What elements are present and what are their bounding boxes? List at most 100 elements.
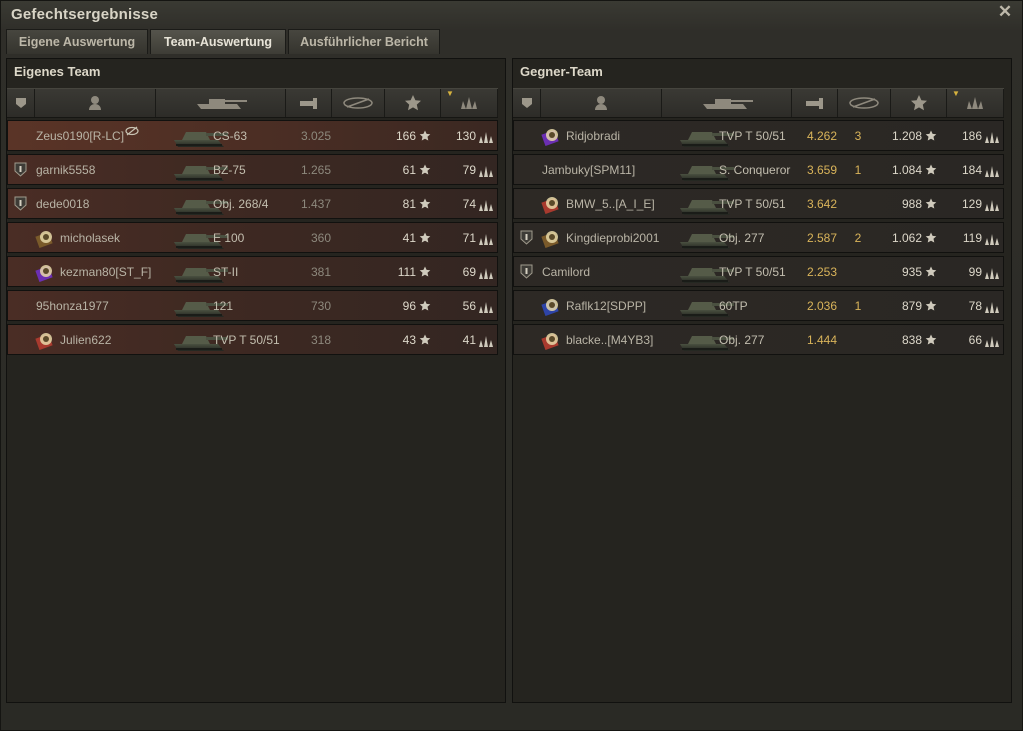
vehicle-name: TVP T 50/51 (719, 265, 786, 279)
vehicle-name: BZ-75 (213, 163, 246, 177)
tab-ausfuehrlicher-bericht[interactable]: Ausführlicher Bericht (288, 29, 440, 54)
xp-star-icon[interactable] (385, 89, 441, 117)
tab-eigene-auswertung[interactable]: Eigene Auswertung (6, 29, 148, 54)
xp-star-icon (419, 163, 431, 175)
player-name[interactable]: Julien622 (60, 333, 111, 347)
vehicle-name: Obj. 277 (719, 231, 765, 245)
xp-value: 61 (402, 163, 416, 177)
xp-value: 1.062 (891, 231, 922, 245)
rank-icon (479, 334, 493, 347)
own_team-column-header: ▼ (7, 88, 498, 118)
tank-icon[interactable] (662, 89, 792, 117)
rank-icon (985, 334, 999, 347)
rank-value: 119 (962, 231, 982, 245)
xp-star-icon (925, 299, 937, 311)
player-name[interactable]: Kingdieprobi2001 (566, 231, 659, 245)
tank-icon[interactable] (156, 89, 286, 117)
rank-value: 130 (455, 129, 476, 143)
squad-badge-icon (14, 162, 27, 177)
spotted-value: 3 (854, 129, 862, 143)
player-name[interactable]: garnik5558 (36, 163, 95, 177)
vehicle-name: CS-63 (213, 129, 248, 143)
damage-value: 2.036 (806, 299, 837, 313)
player-name[interactable]: blacke..[M4YB3] (566, 333, 653, 347)
rank-icon (985, 164, 999, 177)
squad-icon[interactable] (513, 89, 541, 117)
player-name[interactable]: Camilord (542, 265, 590, 279)
table-row[interactable]: kezman80[ST_F] ST-II 381 111 69 (7, 256, 498, 287)
rank-icon (479, 198, 493, 211)
rank-icon (985, 300, 999, 313)
squad-badge-icon (520, 230, 533, 245)
table-row[interactable]: Ridjobradi TVP T 50/51 4.262 3 1.208 186 (513, 120, 1004, 151)
xp-star-icon (925, 163, 937, 175)
player-name[interactable]: kezman80[ST_F] (60, 265, 151, 279)
table-row[interactable]: 95honza1977 121 730 96 56 (7, 290, 498, 321)
player-name[interactable]: BMW_5..[A_I_E] (566, 197, 655, 211)
damage-value: 2.253 (806, 265, 837, 279)
window-title: Gefechtsergebnisse (11, 6, 158, 23)
clan-emblem-icon (541, 299, 559, 316)
player-name[interactable]: Zeus0190[R-LC] (36, 129, 124, 143)
damage-value: 318 (310, 333, 331, 347)
table-row[interactable]: Raflk12[SDPP] 60TP 2.036 1 879 78 (513, 290, 1004, 321)
table-row[interactable]: Kingdieprobi2001 Obj. 277 2.587 2 1.062 119 (513, 222, 1004, 253)
rank-value: 56 (462, 299, 476, 313)
squad-icon[interactable] (7, 89, 35, 117)
player-name[interactable]: dede0018 (36, 197, 89, 211)
rank-icon (985, 266, 999, 279)
player-icon[interactable] (35, 89, 156, 117)
vehicle-name: ST-II (213, 265, 239, 279)
spotted-icon[interactable] (838, 89, 891, 117)
clan-emblem-icon (35, 333, 53, 350)
damage-icon[interactable] (286, 89, 332, 117)
table-row[interactable]: garnik5558 BZ-75 1.265 61 79 (7, 154, 498, 185)
table-row[interactable]: micholasek E 100 360 41 71 (7, 222, 498, 253)
spotted-value: 1 (854, 299, 862, 313)
damage-icon[interactable] (792, 89, 838, 117)
damage-value: 4.262 (806, 129, 837, 143)
xp-value: 41 (402, 231, 416, 245)
vehicle-name: TVP T 50/51 (719, 197, 786, 211)
player-name[interactable]: Jambuky[SPM11] (542, 163, 635, 177)
close-icon[interactable]: ✕ (996, 3, 1014, 21)
player-name[interactable]: micholasek (60, 231, 120, 245)
medal-icon[interactable]: ▼ (441, 89, 498, 117)
xp-value: 81 (402, 197, 416, 211)
rank-icon (479, 300, 493, 313)
rank-value: 41 (462, 333, 476, 347)
clan-emblem-icon (35, 265, 53, 282)
xp-star-icon (925, 197, 937, 209)
medal-icon[interactable]: ▼ (947, 89, 1004, 117)
table-row[interactable]: Jambuky[SPM11] S. Conqueror 3.659 1 1.084 184 (513, 154, 1004, 185)
squad-badge-icon (14, 196, 27, 211)
player-name[interactable]: Raflk12[SDPP] (566, 299, 646, 313)
rank-value: 66 (968, 333, 982, 347)
rank-icon (985, 198, 999, 211)
sort-arrow-icon: ▼ (446, 89, 454, 98)
damage-value: 381 (310, 265, 331, 279)
vehicle-name: TVP T 50/51 (213, 333, 280, 347)
player-icon[interactable] (541, 89, 662, 117)
xp-star-icon[interactable] (891, 89, 947, 117)
table-row[interactable]: dede0018 Obj. 268/4 1.437 81 74 (7, 188, 498, 219)
vehicle-name: TVP T 50/51 (719, 129, 786, 143)
table-row[interactable]: Camilord TVP T 50/51 2.253 935 99 (513, 256, 1004, 287)
table-row[interactable]: blacke..[M4YB3] Obj. 277 1.444 838 66 (513, 324, 1004, 355)
rank-value: 74 (462, 197, 476, 211)
xp-star-icon (419, 231, 431, 243)
damage-value: 3.025 (300, 129, 331, 143)
damage-value: 1.265 (300, 163, 331, 177)
table-row[interactable]: Julien622 TVP T 50/51 318 43 41 (7, 324, 498, 355)
player-name[interactable]: 95honza1977 (36, 299, 109, 313)
spotted-icon[interactable] (332, 89, 385, 117)
damage-value: 3.659 (806, 163, 837, 177)
xp-star-icon (419, 333, 431, 345)
table-row[interactable]: Zeus0190[R-LC] CS-63 3.025 166 130 (7, 120, 498, 151)
xp-star-icon (925, 265, 937, 277)
table-row[interactable]: BMW_5..[A_I_E] TVP T 50/51 3.642 988 129 (513, 188, 1004, 219)
xp-value: 879 (901, 299, 922, 313)
tab-team-auswertung[interactable]: Team-Auswertung (150, 29, 286, 54)
player-name[interactable]: Ridjobradi (566, 129, 620, 143)
xp-value: 166 (395, 129, 416, 143)
